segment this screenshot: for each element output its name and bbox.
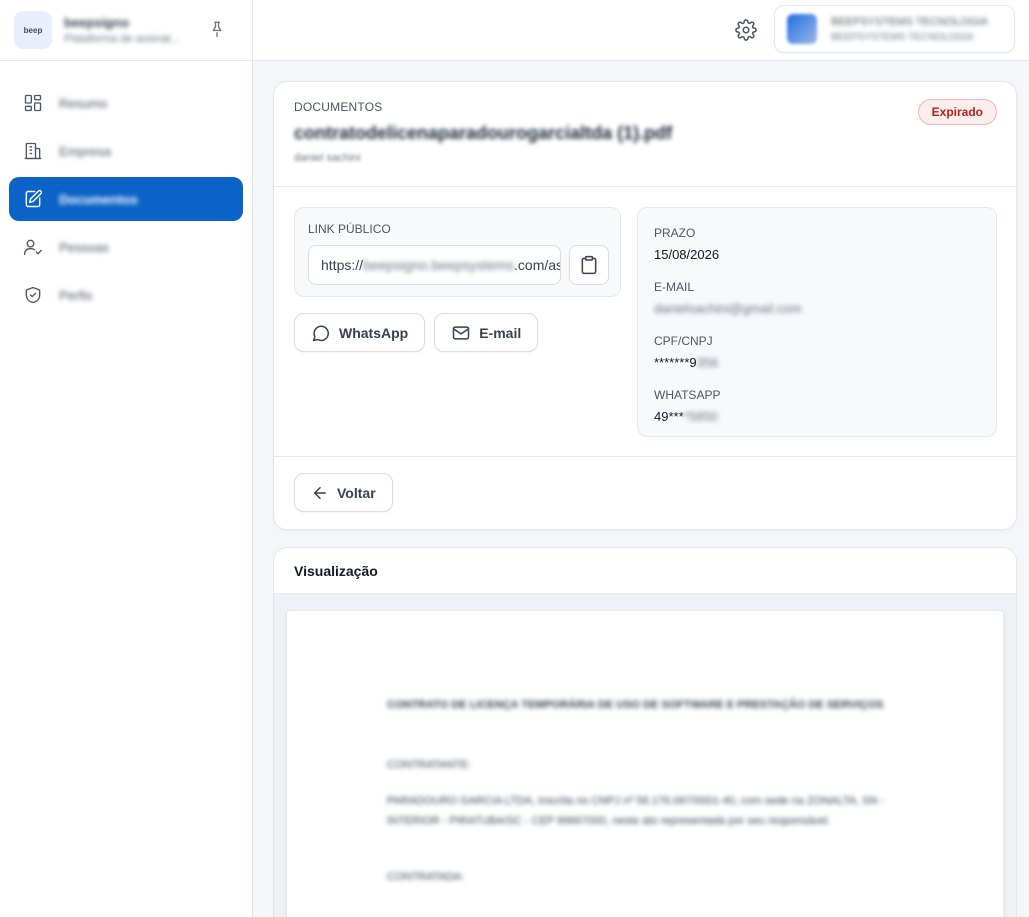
email-share-button[interactable]: E-mail [434,313,539,352]
sidebar-item-resumo[interactable]: Resumo [9,81,243,125]
public-link-label: LINK PÚBLICO [308,222,391,236]
gear-icon[interactable] [735,19,757,41]
sidebar-item-perfis[interactable]: Perfis [9,273,243,317]
clipboard-icon [581,255,597,275]
prazo-value: 15/08/2026 [654,247,720,262]
account-switcher[interactable]: BEEPSYSTEMS TECNOLOGIA BEEPSYSTEMS TECNO… [774,5,1015,53]
sidebar-item-label: Empresa [59,143,112,159]
cpf-visible: *******9 [654,355,697,370]
document-page: CONTRATO DE LICENÇA TEMPORÁRIA DE USO DE… [286,610,1004,917]
contratada-label: CONTRATADA: [387,871,465,883]
contratante-label: CONTRATANTE: [387,759,471,771]
status-badge: Expirado [917,99,997,125]
shield-icon [25,286,41,304]
link-host: beepsigno.beepsystems [363,257,515,273]
cpf-label: CPF/CNPJ [654,334,713,348]
topbar: BEEPSYSTEMS TECNOLOGIA BEEPSYSTEMS TECNO… [253,0,1029,61]
document-title: contratodelicenaparadourogarcialtda (1).… [294,123,673,143]
sidebar-item-pessoas[interactable]: Pessoas [9,225,243,269]
sidebar-item-label: Pessoas [59,239,109,255]
sidebar-item-label: Resumo [59,95,108,111]
whatsapp-label: WHATSAPP [654,388,721,402]
document-card: DOCUMENTOS contratodelicenaparadourogarc… [273,81,1017,530]
contract-heading: CONTRATO DE LICENÇA TEMPORÁRIA DE USO DE… [387,699,884,711]
account-name: BEEPSYSTEMS TECNOLOGIA [831,15,988,28]
brand-logo[interactable]: beep [14,11,52,49]
public-link-input[interactable]: https://beepsigno.beepsystems .com/as [308,245,561,285]
document-header: DOCUMENTOS contratodelicenaparadourogarc… [274,82,1016,187]
email-value: danielsachini@gmail.com [654,301,980,316]
email-value-text: danielsachini@gmail.com [654,301,802,316]
public-link-panel: LINK PÚBLICO https://beepsigno.beepsyste… [294,207,621,297]
document-body: LINK PÚBLICO https://beepsigno.beepsyste… [274,187,1016,457]
preview-card: Visualização CONTRATO DE LICENÇA TEMPORÁ… [273,547,1017,917]
document-owner: daniel sachini [294,152,361,164]
account-avatar [787,14,817,44]
link-suffix: .com/as [514,257,561,273]
signer-info-panel: PRAZO 15/08/2026 E-MAIL danielsachini@gm… [637,207,997,437]
email-share-label: E-mail [479,324,522,341]
document-edit-icon [25,189,43,208]
back-label: Voltar [337,484,376,501]
link-prefix: https:// [321,257,364,273]
share-actions: WhatsApp E-mail [294,313,539,352]
pin-icon[interactable] [208,20,226,38]
cpf-value: *******9356 [654,355,980,370]
chat-bubble-icon [312,325,329,341]
back-button[interactable]: Voltar [294,473,393,512]
whatsapp-value: 49****5850 [654,409,980,424]
brand-name: beepsigno [64,15,130,30]
building-icon [24,142,42,160]
sidebar-nav: Resumo Empresa Documentos Pessoas Perfis [0,61,252,317]
document-footer: Voltar [274,457,1016,529]
dashboard-icon [24,94,42,112]
brand-header: beep beepsigno Plataforma de assinat... [0,0,252,61]
sidebar-item-label: Documentos [59,191,138,207]
brand-subtitle: Plataforma de assinat... [64,33,180,45]
sidebar-item-empresa[interactable]: Empresa [9,129,243,173]
account-subtitle: BEEPSYSTEMS TECNOLOGIA [831,31,974,43]
sidebar-item-label: Perfis [59,287,93,303]
whatsapp-share-label: WhatsApp [339,324,409,341]
sidebar: beep beepsigno Plataforma de assinat... … [0,0,253,917]
copy-link-button[interactable] [569,245,609,285]
cpf-hidden: 356 [696,355,719,370]
account-text: BEEPSYSTEMS TECNOLOGIA BEEPSYSTEMS TECNO… [831,16,988,43]
prazo-label: PRAZO [654,226,696,240]
whatsapp-hidden: *5850 [683,409,718,424]
whatsapp-visible: 49*** [654,409,684,424]
sidebar-item-documentos[interactable]: Documentos [9,177,243,221]
preview-title: Visualização [274,548,1016,594]
whatsapp-share-button[interactable]: WhatsApp [294,313,426,352]
contratante-text: PARADOURO GARCIA LTDA, inscrita no CNPJ … [387,795,885,827]
mail-icon [452,325,470,340]
preview-viewer[interactable]: CONTRATO DE LICENÇA TEMPORÁRIA DE USO DE… [274,594,1016,917]
user-check-icon [24,239,42,256]
section-eyebrow: DOCUMENTOS [294,100,383,114]
email-label: E-MAIL [654,280,695,294]
brand-text: beepsigno Plataforma de assinat... [64,15,180,45]
arrow-left-icon [314,486,326,499]
